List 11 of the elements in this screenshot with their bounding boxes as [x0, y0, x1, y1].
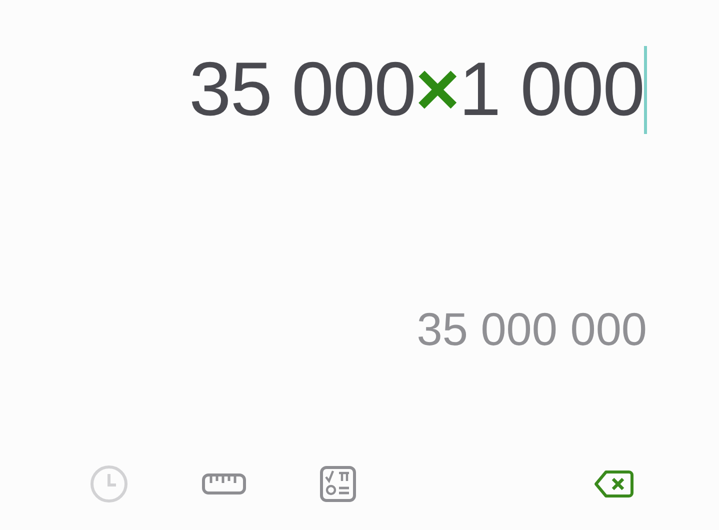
math-symbols-icon [320, 466, 356, 502]
expression-number: 1 000 [458, 46, 644, 134]
converter-button[interactable] [202, 473, 246, 495]
scientific-button[interactable] [320, 466, 356, 502]
expression-number: 35 000 [188, 46, 416, 134]
backspace-icon [594, 470, 634, 498]
operator-symbol: × [415, 46, 459, 134]
ruler-icon [202, 473, 246, 495]
backspace-button[interactable] [594, 470, 634, 498]
clock-icon [90, 465, 128, 503]
result-preview: 35 000 000 [416, 302, 647, 356]
